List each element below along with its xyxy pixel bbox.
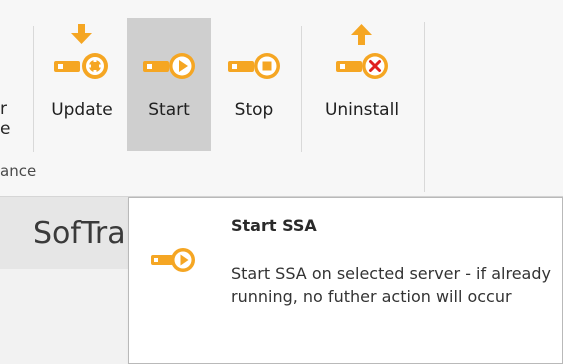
ribbon-group-label: ance — [0, 162, 37, 180]
key-remove-icon — [336, 24, 388, 79]
tooltip-description: Start SSA on selected server - if alread… — [231, 264, 551, 306]
start-button[interactable]: Start — [127, 18, 211, 151]
tooltip-title: Start SSA — [231, 216, 317, 235]
key-play-icon — [151, 248, 195, 272]
document-title: SofTra — [33, 216, 126, 251]
cut-off-button-label: r — [0, 99, 7, 119]
stop-button[interactable]: Stop — [214, 18, 294, 151]
cut-off-button-label-line2: e — [0, 119, 11, 139]
key-play-icon — [143, 53, 195, 79]
ribbon-separator — [424, 22, 425, 192]
uninstall-button[interactable]: Uninstall — [310, 18, 414, 151]
key-stop-icon — [228, 53, 280, 79]
start-ssa-tooltip: Start SSA Start SSA on selected server -… — [128, 197, 563, 364]
uninstall-button-label: Uninstall — [324, 100, 400, 120]
update-button-label: Update — [51, 100, 113, 120]
start-button-label: Start — [148, 100, 190, 120]
stop-button-label: Stop — [234, 100, 274, 120]
ribbon-separator — [33, 26, 34, 152]
ribbon: r e Update Start Stop Uninstall ance — [0, 0, 563, 197]
update-button[interactable]: Update — [42, 18, 122, 151]
ribbon-separator — [301, 26, 302, 152]
key-gear-icon — [54, 24, 108, 79]
